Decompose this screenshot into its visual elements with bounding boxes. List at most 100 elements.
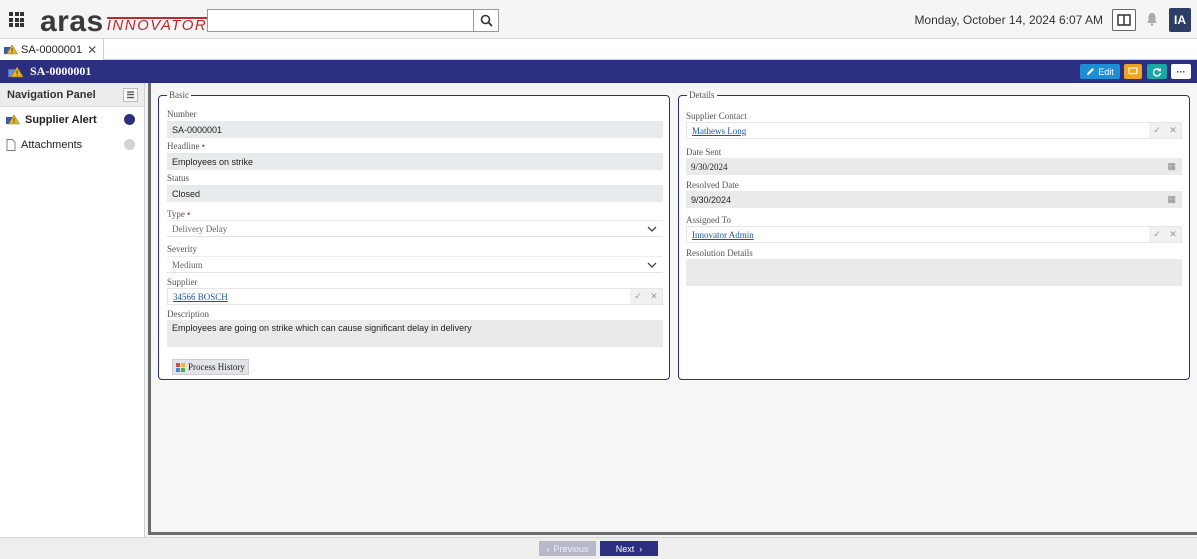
calendar-icon[interactable]: ▦ — [1167, 194, 1176, 205]
description-value: Employees are going on strike which can … — [172, 323, 472, 333]
nav-item-label: Supplier Alert — [25, 113, 97, 126]
inactive-status-dot — [124, 139, 135, 150]
required-marker: • — [187, 209, 191, 219]
type-select[interactable]: Delivery Delay — [167, 220, 663, 237]
contact-item-actions: ✓ ✕ — [1149, 123, 1181, 138]
more-options-button[interactable]: ··· — [1171, 64, 1191, 79]
chevron-right-icon: › — [639, 543, 643, 554]
top-bar: aras INNOVATOR Monday, October 14, 2024 … — [0, 0, 1197, 39]
headline-label: Headline • — [167, 141, 205, 151]
clear-icon[interactable]: ✕ — [1169, 229, 1177, 240]
form-area: Basic Number SA-0000001 Headline • Emplo… — [148, 83, 1197, 535]
app-grid-icon[interactable] — [9, 12, 24, 27]
headline-label-text: Headline — [167, 141, 200, 151]
details-section: Details Supplier Contact Mathews Long ✓ ✕… — [678, 90, 1190, 380]
nav-item-label: Attachments — [21, 138, 83, 151]
type-value: Delivery Delay — [172, 223, 228, 234]
collapse-panel-icon[interactable]: ☰ — [123, 88, 138, 102]
nav-item-supplier-alert[interactable]: Supplier Alert — [0, 107, 144, 132]
supplier-contact-label: Supplier Contact — [686, 111, 747, 121]
required-marker: • — [201, 141, 205, 151]
process-history-button[interactable]: Process History — [172, 359, 249, 375]
active-status-dot — [124, 114, 135, 125]
resolution-details-field[interactable] — [686, 259, 1182, 286]
supplier-contact-link[interactable]: Mathews Long — [692, 126, 746, 136]
chevron-left-icon: ‹ — [546, 543, 550, 554]
current-datetime: Monday, October 14, 2024 6:07 AM — [914, 13, 1103, 27]
date-sent-field[interactable]: 9/30/2024 ▦ — [686, 158, 1182, 175]
check-icon[interactable]: ✓ — [1153, 125, 1161, 136]
severity-value: Medium — [172, 259, 203, 270]
document-tab-strip: SA-0000001 ✕ — [0, 39, 1197, 60]
aras-logo: aras INNOVATOR — [40, 5, 208, 38]
process-history-icon — [176, 362, 185, 372]
status-value: Closed — [172, 188, 201, 199]
clear-icon[interactable]: ✕ — [650, 291, 658, 302]
check-icon[interactable]: ✓ — [634, 291, 642, 302]
item-title-bar: SA-0000001 Edit ··· — [0, 60, 1197, 83]
date-sent-value: 9/30/2024 — [691, 161, 728, 172]
assigned-to-link[interactable]: Innovator Admin — [692, 230, 754, 240]
number-value: SA-0000001 — [172, 124, 223, 135]
assigned-item-actions: ✓ ✕ — [1149, 227, 1181, 242]
nav-item-attachments[interactable]: Attachments — [0, 132, 144, 157]
details-section-legend: Details — [689, 90, 715, 100]
status-label: Status — [167, 173, 190, 183]
severity-label: Severity — [167, 244, 197, 254]
headline-field: Employees on strike — [167, 153, 663, 170]
layout-toggle-button[interactable] — [1112, 9, 1136, 31]
split-view-icon — [1117, 14, 1131, 26]
check-icon[interactable]: ✓ — [1153, 229, 1161, 240]
calendar-icon[interactable]: ▦ — [1167, 161, 1176, 172]
supplier-alert-icon — [6, 114, 20, 125]
ellipsis-icon: ··· — [1176, 66, 1186, 77]
number-field: SA-0000001 — [167, 121, 663, 138]
item-title-text: SA-0000001 — [30, 64, 92, 78]
search-input[interactable] — [207, 9, 474, 32]
next-button[interactable]: Next › — [600, 541, 658, 556]
chevron-down-icon — [647, 226, 657, 232]
clear-icon[interactable]: ✕ — [1169, 125, 1177, 136]
tab-sa-0000001[interactable]: SA-0000001 ✕ — [0, 39, 105, 60]
severity-select[interactable]: Medium — [167, 256, 663, 273]
pager-bar: ‹ Previous Next › — [0, 537, 1197, 559]
assigned-to-field: Innovator Admin ✓ ✕ — [686, 226, 1182, 243]
resolution-details-label: Resolution Details — [686, 248, 753, 258]
status-field: Closed — [167, 185, 663, 202]
process-history-label: Process History — [188, 362, 245, 372]
supplier-alert-icon — [8, 65, 24, 77]
refresh-button[interactable] — [1147, 64, 1167, 79]
refresh-icon — [1152, 67, 1162, 77]
next-label: Next — [615, 543, 635, 554]
headline-value: Employees on strike — [172, 156, 254, 167]
item-title: SA-0000001 — [8, 64, 91, 79]
basic-section: Basic Number SA-0000001 Headline • Emplo… — [158, 90, 670, 380]
search-button[interactable] — [474, 9, 499, 32]
supplier-link[interactable]: 34566 BOSCH — [173, 292, 228, 302]
assigned-to-label: Assigned To — [686, 215, 731, 225]
close-tab-icon[interactable]: ✕ — [87, 43, 97, 57]
nav-panel-title: Navigation Panel — [7, 88, 96, 101]
number-label: Number — [167, 109, 197, 119]
basic-section-legend: Basic — [169, 90, 189, 100]
supplier-item-actions: ✓ ✕ — [630, 289, 662, 304]
supplier-field: 34566 BOSCH ✓ ✕ — [167, 288, 663, 305]
edit-button[interactable]: Edit — [1080, 64, 1120, 79]
nav-panel-header: Navigation Panel ☰ — [0, 83, 144, 107]
previous-label: Previous — [553, 543, 589, 554]
supplier-contact-field: Mathews Long ✓ ✕ — [686, 122, 1182, 139]
pencil-icon — [1087, 68, 1095, 75]
user-avatar[interactable]: IA — [1169, 8, 1191, 32]
tab-label: SA-0000001 — [21, 43, 83, 56]
type-label: Type • — [167, 209, 190, 219]
notifications-bell-icon[interactable] — [1146, 12, 1158, 29]
navigation-panel: Navigation Panel ☰ Supplier Alert Attach… — [0, 83, 145, 539]
date-sent-label: Date Sent — [686, 147, 722, 157]
logo-text-aras: aras — [40, 5, 104, 38]
description-label: Description — [167, 309, 209, 319]
resolved-date-label: Resolved Date — [686, 180, 739, 190]
previous-button[interactable]: ‹ Previous — [539, 541, 596, 556]
resolved-date-field[interactable]: 9/30/2024 ▦ — [686, 191, 1182, 208]
discussion-button[interactable] — [1124, 64, 1142, 79]
resolved-date-value: 9/30/2024 — [691, 194, 732, 205]
